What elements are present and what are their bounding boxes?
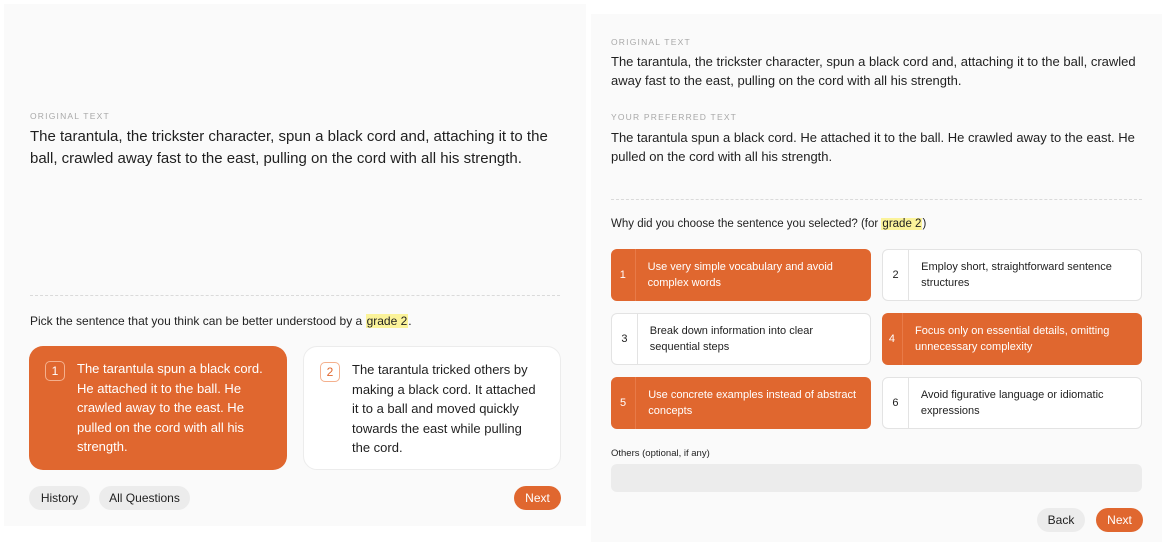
history-button[interactable]: History (29, 486, 90, 510)
prompt-suffix: . (408, 314, 412, 328)
all-questions-button[interactable]: All Questions (99, 486, 190, 510)
next-button[interactable]: Next (1096, 508, 1143, 532)
others-label: Others (optional, if any) (611, 448, 710, 459)
preferred-text-caption: YOUR PREFERRED TEXT (611, 112, 738, 122)
reason-option-3[interactable]: 3 Break down information into clear sequ… (611, 313, 871, 365)
preferred-text: The tarantula spun a black cord. He atta… (611, 130, 1135, 164)
original-text-caption: ORIGINAL TEXT (611, 37, 691, 47)
reason-question: Why did you choose the sentence you sele… (611, 218, 926, 230)
choice-number-badge: 2 (320, 362, 340, 382)
reason-number: 3 (612, 314, 638, 364)
choice-number-badge: 1 (45, 361, 65, 381)
reason-text: Focus only on essential details, omittin… (914, 325, 1110, 353)
reason-number: 6 (883, 378, 909, 428)
reason-selection-panel: ORIGINAL TEXT The tarantula, the trickst… (591, 14, 1162, 542)
next-button[interactable]: Next (514, 486, 561, 510)
original-text-caption: ORIGINAL TEXT (30, 111, 110, 121)
reason-number: 4 (882, 313, 903, 365)
reason-option-6[interactable]: 6 Avoid figurative language or idiomatic… (882, 377, 1142, 429)
reason-text: Break down information into clear sequen… (649, 325, 814, 353)
choice-text: The tarantula tricked others by making a… (352, 362, 536, 455)
choice-card-2[interactable]: 2 The tarantula tricked others by making… (303, 346, 561, 470)
grade-highlight: grade 2 (365, 314, 409, 328)
reason-text: Employ short, straightforward sentence s… (921, 261, 1112, 289)
reason-option-5[interactable]: 5 Use concrete examples instead of abstr… (611, 377, 871, 429)
section-divider (30, 295, 560, 296)
section-divider (611, 199, 1142, 200)
original-text: The tarantula, the trickster character, … (30, 128, 548, 167)
sentence-choice-panel: ORIGINAL TEXT The tarantula, the trickst… (4, 4, 586, 526)
question-text: Why did you choose the sentence you sele… (611, 218, 882, 230)
reason-text: Use very simple vocabulary and avoid com… (647, 261, 833, 289)
reason-text: Use concrete examples instead of abstrac… (648, 389, 857, 417)
prompt-text: Pick the sentence that you think can be … (30, 314, 366, 328)
reason-number: 2 (883, 250, 910, 300)
original-text: The tarantula, the trickster character, … (611, 54, 1136, 88)
others-input[interactable] (611, 464, 1142, 492)
choice-prompt: Pick the sentence that you think can be … (30, 314, 412, 328)
back-button[interactable]: Back (1037, 508, 1085, 532)
reason-text: Avoid figurative language or idiomatic e… (920, 389, 1104, 417)
question-suffix: ) (922, 218, 927, 230)
choice-card-1[interactable]: 1 The tarantula spun a black cord. He at… (29, 346, 287, 470)
reason-option-2[interactable]: 2 Employ short, straightforward sentence… (882, 249, 1142, 301)
reason-option-1[interactable]: 1 Use very simple vocabulary and avoid c… (611, 249, 871, 301)
reason-number: 1 (611, 249, 636, 301)
choice-text: The tarantula spun a black cord. He atta… (77, 361, 263, 454)
reason-option-4[interactable]: 4 Focus only on essential details, omitt… (882, 313, 1142, 365)
reason-number: 5 (611, 377, 637, 429)
grade-highlight: grade 2 (881, 218, 923, 230)
